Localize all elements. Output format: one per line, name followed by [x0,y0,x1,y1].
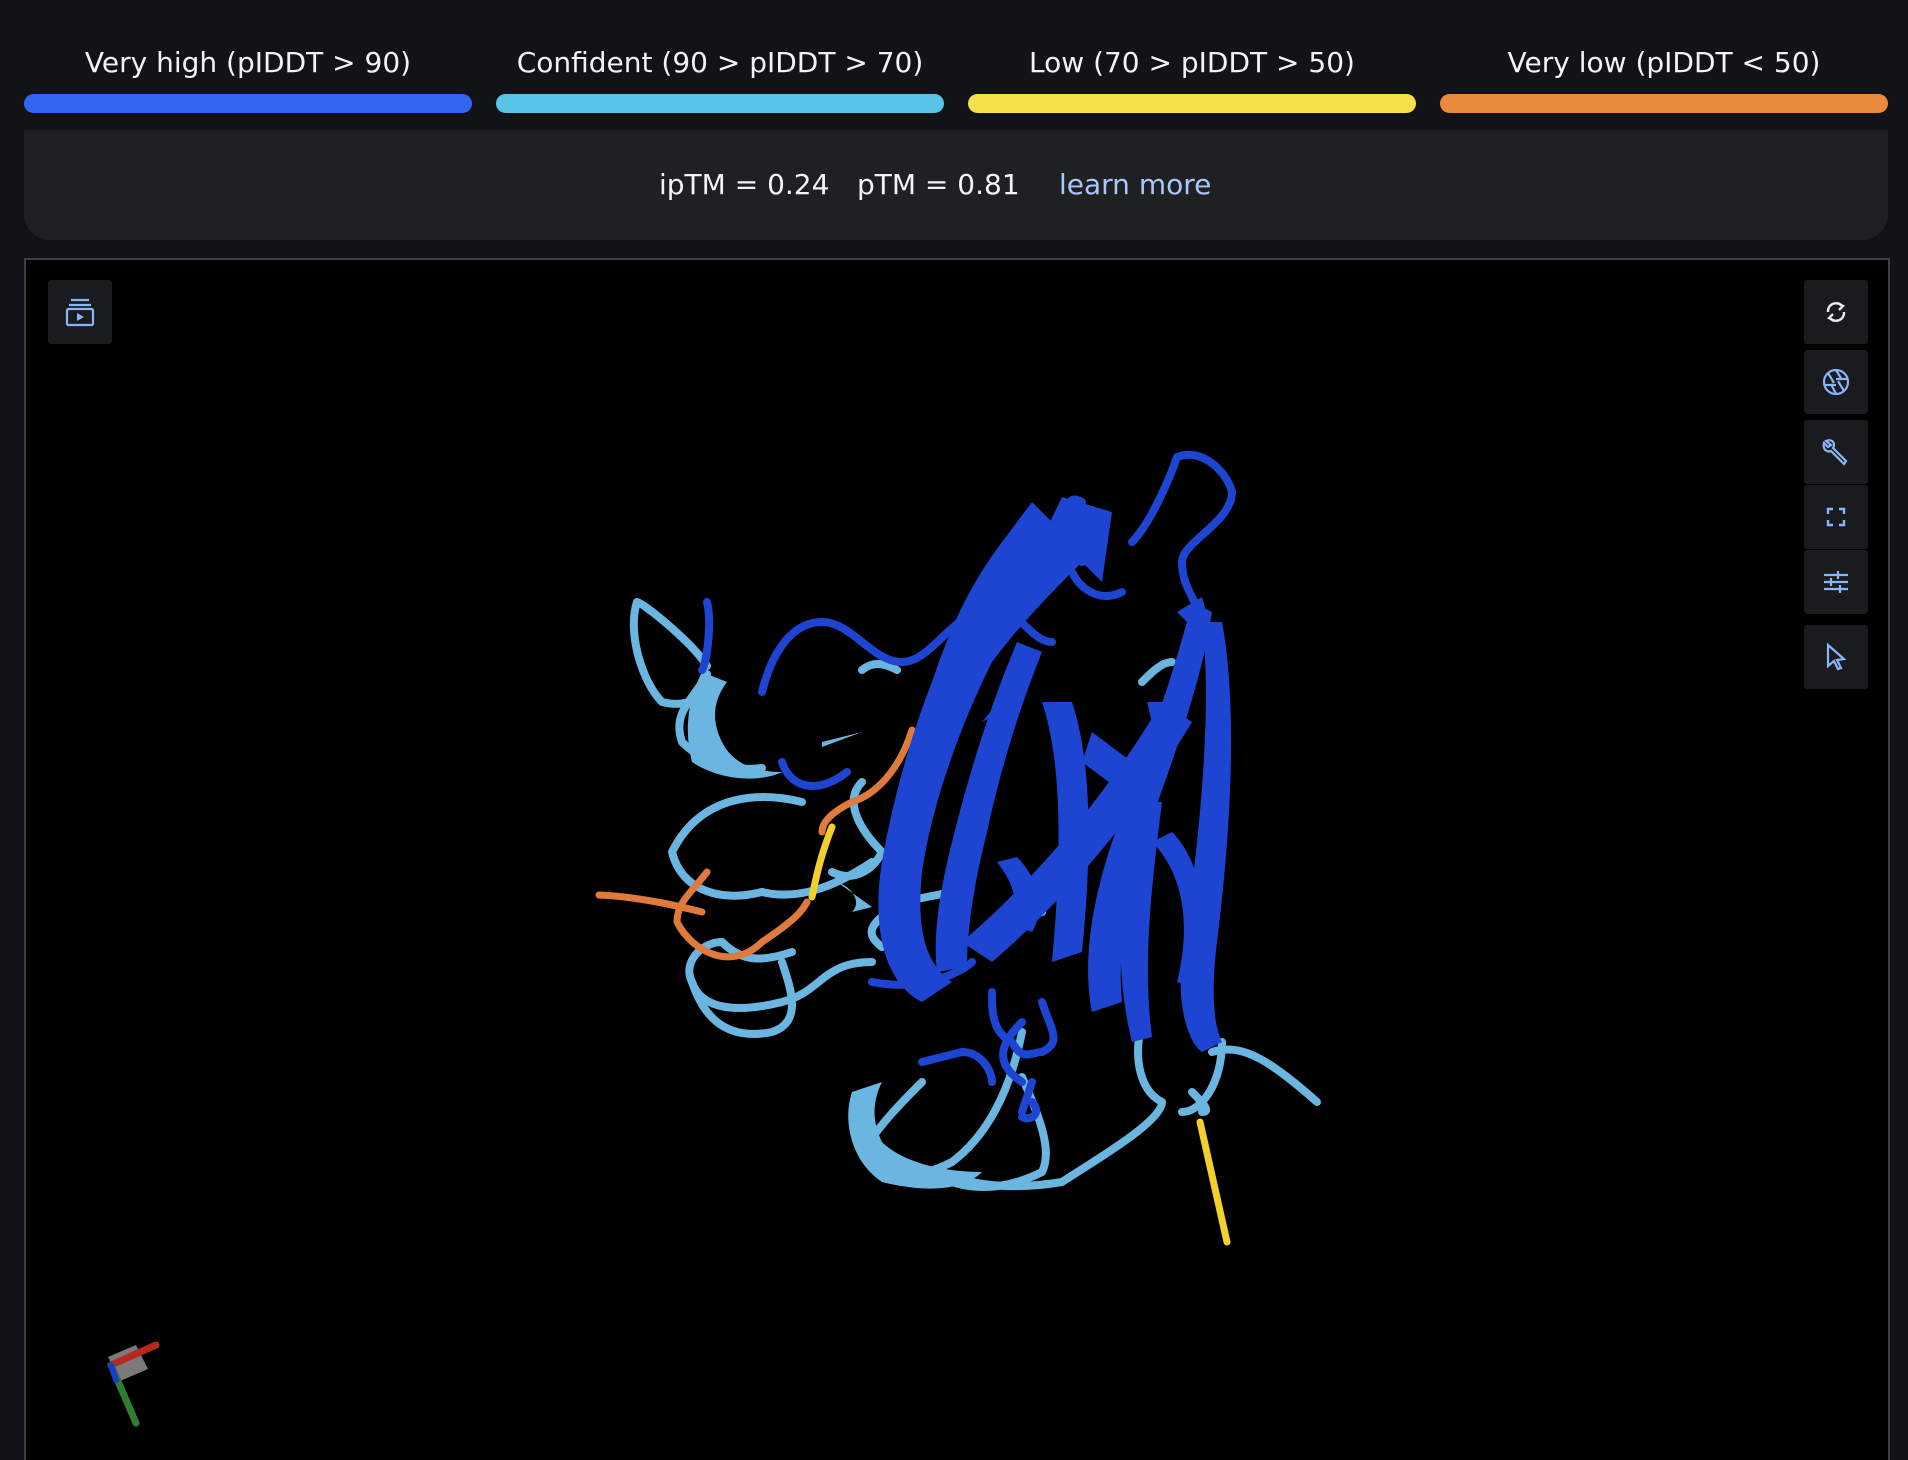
legend-label: Confident (90 > pIDDT > 70) [516,46,924,79]
ptm-value: pTM = 0.81 [857,168,1020,201]
iptm-value: ipTM = 0.24 [659,168,830,201]
rotate-icon [1826,301,1846,323]
sliders-icon [1824,571,1848,593]
structure-viewer[interactable] [24,258,1890,1460]
pointer-icon [1826,642,1847,671]
legend-low: Low (70 > pIDDT > 50) [968,0,1416,120]
legend-color-bar [24,94,472,113]
legend-color-bar [1440,94,1888,113]
wrench-icon [1822,439,1848,466]
orientation-axes-icon [107,1341,160,1427]
select-mode-button[interactable] [1804,625,1868,689]
sequence-play-button[interactable] [48,280,112,344]
fullscreen-icon [1826,507,1846,527]
legend-confident: Confident (90 > pIDDT > 70) [496,0,944,120]
very-high-beta-sheets [878,497,1232,1052]
plddt-legend: Very high (pIDDT > 90) Confident (90 > p… [24,0,1888,120]
rotate-button[interactable] [1804,280,1868,344]
settings-button[interactable] [1804,550,1868,614]
tools-button[interactable] [1804,420,1868,484]
confidence-metrics-panel: ipTM = 0.24 pTM = 0.81 learn more [24,130,1888,240]
fullscreen-button[interactable] [1804,485,1868,549]
sequence-play-icon [65,298,95,327]
legend-very-low: Very low (pIDDT < 50) [1440,0,1888,120]
very-low-segments [595,726,916,961]
legend-color-bar [496,94,944,113]
legend-label: Low (70 > pIDDT > 50) [1029,46,1355,79]
learn-more-link[interactable]: learn more [1059,168,1211,201]
legend-very-high: Very high (pIDDT > 90) [24,0,472,120]
legend-color-bar [968,94,1416,113]
camera-aperture-icon [1822,368,1850,396]
legend-label: Very low (pIDDT < 50) [1507,46,1821,79]
protein-structure-render[interactable] [26,260,1888,1460]
legend-label: Very high (pIDDT > 90) [84,46,412,79]
snapshot-button[interactable] [1804,350,1868,414]
